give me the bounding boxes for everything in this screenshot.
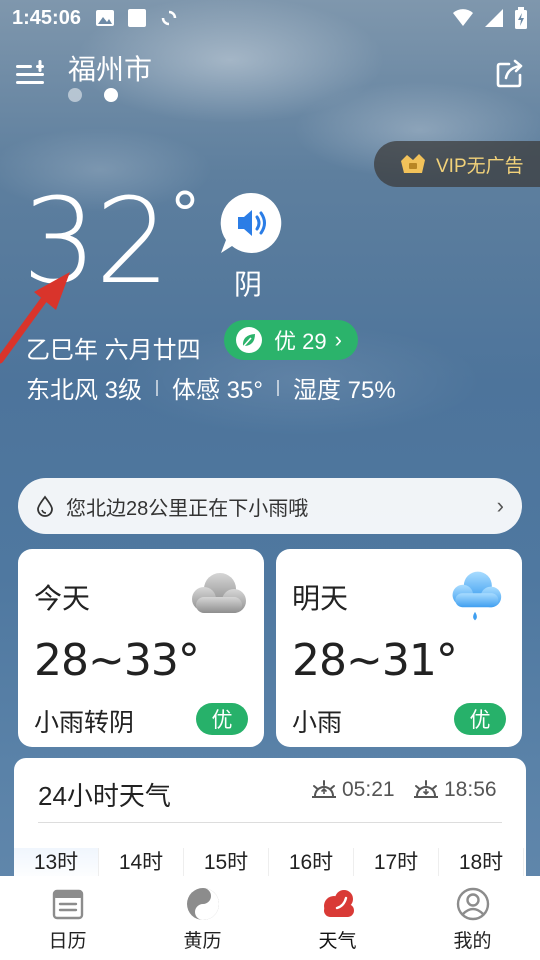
tomorrow-forecast-card[interactable]: 明天 28~31° 小雨 优	[276, 549, 522, 747]
aqi-label: 优 29	[274, 329, 327, 354]
page-dot	[68, 88, 82, 102]
voice-broadcast-icon[interactable]	[218, 190, 284, 256]
page-indicator	[68, 88, 118, 102]
aqi-chevron-icon: ›	[334, 327, 342, 352]
add-city-menu-icon[interactable]	[14, 58, 46, 88]
divider	[276, 379, 279, 396]
battery-icon	[515, 7, 527, 29]
leaf-icon	[236, 327, 262, 353]
feels-like: 体感 35°	[172, 377, 263, 404]
degree-symbol: °	[170, 180, 200, 250]
sunrise-icon	[312, 780, 336, 798]
sync-icon	[161, 10, 177, 26]
weather-condition: 阴	[234, 269, 263, 300]
divider	[38, 822, 502, 823]
nav-item-weather[interactable]: 天气	[270, 876, 405, 960]
nav-label: 我的	[453, 931, 492, 952]
wind-info: 东北风 3级	[26, 377, 143, 404]
temperature-range: 28~31°	[292, 635, 458, 686]
humidity: 湿度 75%	[292, 377, 396, 404]
nav-label: 黄历	[183, 931, 222, 952]
nav-label: 日历	[48, 931, 87, 952]
sunrise-time: 05:21	[342, 778, 395, 801]
nav-label: 天气	[318, 931, 357, 952]
today-forecast-card[interactable]: 今天 28~33° 小雨转阴 优	[18, 549, 264, 747]
notification-square-icon	[127, 9, 146, 27]
page-dot-active	[104, 88, 118, 102]
status-time: 1:45:06	[12, 6, 81, 29]
vip-label: VIP无广告	[436, 155, 524, 177]
nav-item-profile[interactable]: 我的	[405, 876, 540, 960]
rain-alert-text: 您北边28公里正在下小雨哦	[66, 497, 309, 520]
wifi-icon	[453, 9, 473, 26]
forecast-description: 小雨转阴	[34, 709, 135, 737]
header: 福州市	[0, 44, 540, 114]
hourly-title: 24小时天气	[38, 781, 171, 811]
aqi-badge: 优	[454, 703, 506, 735]
gallery-icon	[95, 10, 114, 26]
annotation-arrow-icon	[0, 272, 70, 364]
sunset-info: 18:56	[412, 778, 497, 802]
raindrop-icon	[37, 495, 53, 517]
forecast-description: 小雨	[292, 709, 343, 737]
vip-crown-icon	[401, 154, 425, 173]
calendar-icon	[52, 889, 83, 920]
temperature-range: 28~33°	[34, 635, 200, 686]
light-rain-icon	[452, 571, 502, 621]
nav-item-calendar[interactable]: 日历	[0, 876, 135, 960]
yin-yang-icon	[186, 888, 219, 920]
share-icon[interactable]	[496, 58, 524, 88]
status-bar: 1:45:06	[0, 0, 540, 36]
vip-no-ads-button[interactable]: VIP无广告	[374, 141, 540, 187]
day-label: 明天	[292, 583, 349, 614]
cloudy-icon	[192, 573, 246, 613]
bottom-navigation: 日历 黄历 天气 我的	[0, 876, 540, 960]
cell-signal-icon	[485, 9, 503, 27]
weather-details: 东北风 3级 体感 35° 湿度 75%	[26, 370, 396, 405]
profile-icon	[456, 887, 489, 921]
sunset-icon	[414, 780, 438, 798]
sunset-time: 18:56	[444, 778, 497, 801]
air-quality-badge[interactable]: 优 29 ›	[224, 320, 358, 360]
chevron-right-icon: ›	[496, 493, 504, 518]
rain-alert-bar[interactable]: 您北边28公里正在下小雨哦 ›	[18, 478, 522, 534]
weather-icon	[323, 890, 354, 917]
aqi-badge: 优	[196, 703, 248, 735]
nav-item-almanac[interactable]: 黄历	[135, 876, 270, 960]
divider	[156, 379, 159, 396]
sunrise-info: 05:21	[310, 778, 395, 802]
city-name[interactable]: 福州市	[68, 48, 152, 88]
day-label: 今天	[34, 583, 91, 614]
